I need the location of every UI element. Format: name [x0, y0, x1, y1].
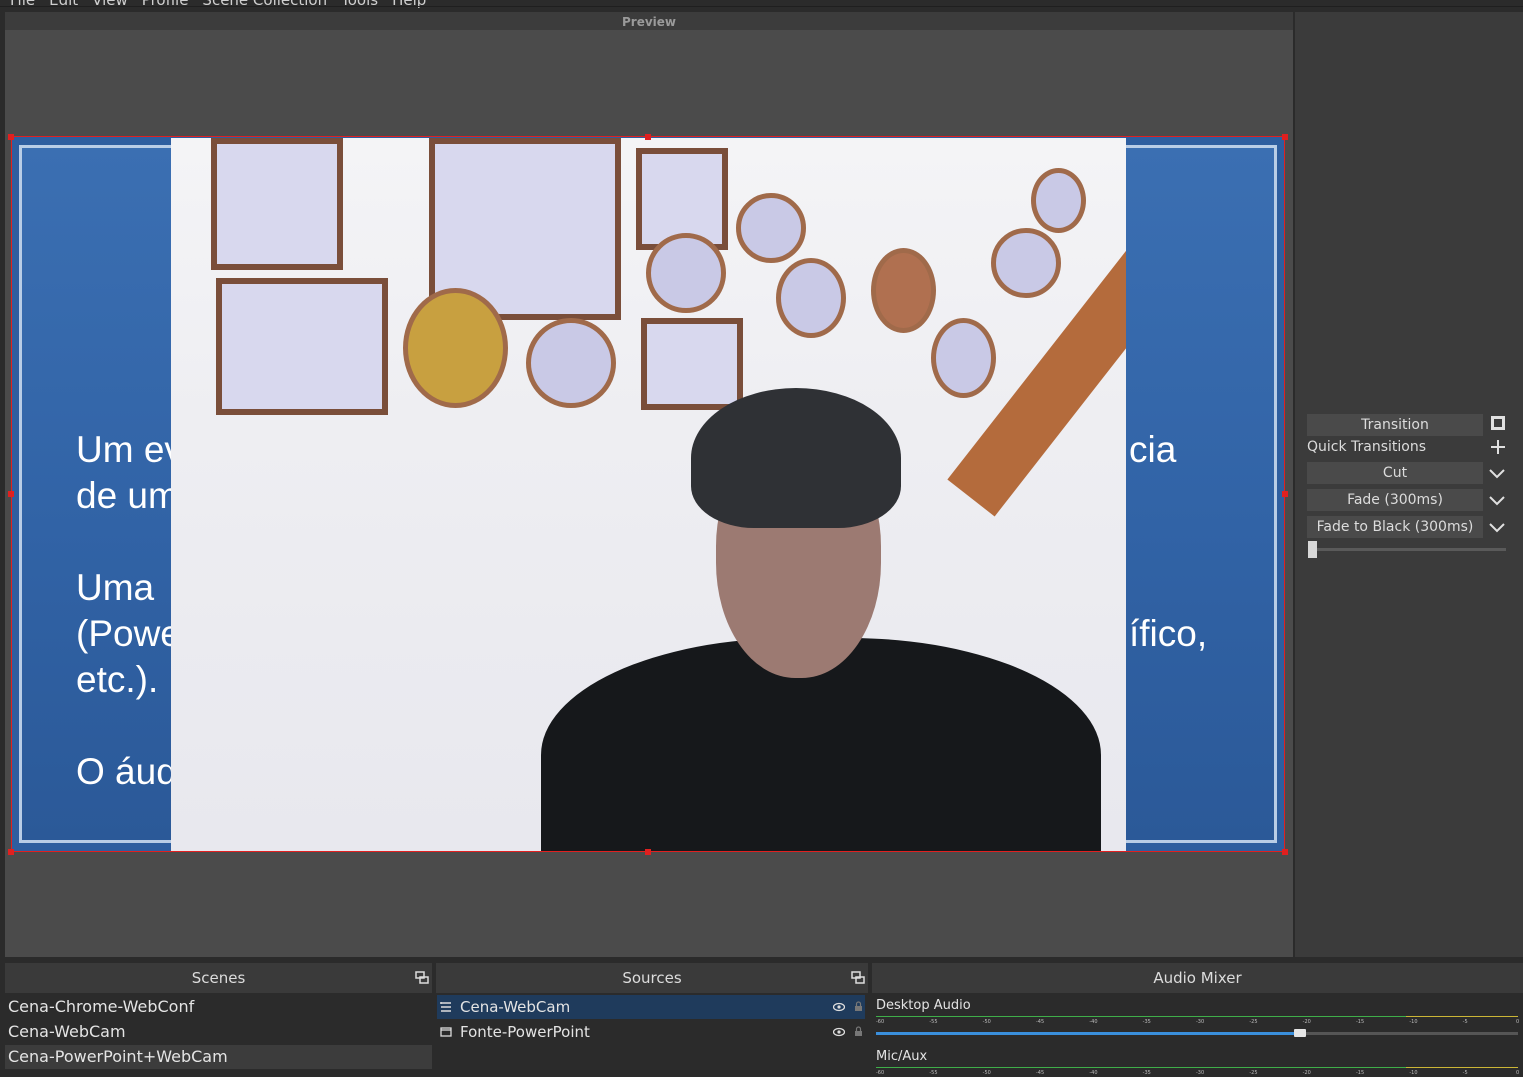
lock-icon[interactable] [854, 1001, 863, 1012]
meter-tick-label: -30 [1196, 1070, 1205, 1076]
meter-tick-label: -55 [929, 1019, 938, 1025]
meter-tick-label: -50 [982, 1070, 991, 1076]
meter-tick-label: -20 [1302, 1019, 1311, 1025]
meter-tick-label: -60 [876, 1070, 885, 1076]
undock-icon[interactable] [415, 971, 429, 985]
meter-tick-label: -40 [1089, 1019, 1098, 1025]
level-meter-yellow [1406, 1016, 1518, 1017]
transition-properties-icon[interactable] [1488, 414, 1508, 434]
resize-handle[interactable] [645, 849, 651, 855]
audio-mixer-title: Audio Mixer [872, 963, 1523, 991]
resize-handle[interactable] [1282, 849, 1288, 855]
meter-tick-label: -5 [1462, 1070, 1468, 1076]
meter-tick-label: -50 [982, 1019, 991, 1025]
resize-handle[interactable] [1282, 134, 1288, 140]
meter-tick-label: -10 [1409, 1019, 1418, 1025]
meter-tick-label: -15 [1356, 1070, 1365, 1076]
meter-ticks: -60 -55 -50 -45 -40 -35 -30 -25 -20 -15 -10 -5 0 [876, 1019, 1520, 1025]
resize-handle[interactable] [645, 134, 651, 140]
scene-item-selected[interactable]: Cena-PowerPoint+WebCam [5, 1045, 432, 1069]
resize-handle[interactable] [1282, 491, 1288, 497]
scene-list-icon [440, 1002, 451, 1012]
eye-icon[interactable] [833, 1027, 845, 1037]
chevron-down-icon[interactable] [1486, 462, 1508, 484]
quick-transition-fade-to-black[interactable]: Fade to Black (300ms) [1307, 516, 1483, 538]
source-item[interactable]: Fonte-PowerPoint [437, 1020, 865, 1044]
meter-tick-label: -5 [1462, 1019, 1468, 1025]
resize-handle[interactable] [8, 134, 14, 140]
preview-label: Preview [5, 12, 1293, 30]
scene-item[interactable]: Cena-Chrome-WebConf [5, 995, 435, 1019]
source-item-selected[interactable]: Cena-WebCam [437, 995, 865, 1019]
meter-tick-label: -45 [1036, 1019, 1045, 1025]
chevron-down-icon[interactable] [1486, 489, 1508, 511]
quick-transitions-label: Quick Transitions [1307, 439, 1427, 455]
meter-tick-label: -15 [1356, 1019, 1365, 1025]
add-quick-transition-icon[interactable] [1488, 438, 1508, 458]
mixer-channel-label: Mic/Aux [876, 1049, 928, 1064]
meter-tick-label: -45 [1036, 1070, 1045, 1076]
meter-tick-label: -30 [1196, 1019, 1205, 1025]
meter-tick-label: -40 [1089, 1070, 1098, 1076]
meter-tick-label: -35 [1142, 1019, 1151, 1025]
meter-tick-label: -25 [1249, 1070, 1258, 1076]
lock-icon[interactable] [854, 1026, 863, 1037]
volume-slider-handle[interactable] [1293, 1029, 1306, 1037]
meter-tick-label: -35 [1142, 1070, 1151, 1076]
meter-tick-label: 0 [1516, 1070, 1520, 1076]
meter-tick-label: -25 [1249, 1019, 1258, 1025]
sources-title: Sources [436, 963, 868, 991]
selection-box[interactable] [11, 136, 1285, 852]
resize-handle[interactable] [8, 491, 14, 497]
scenes-title: Scenes [5, 963, 432, 991]
undock-icon[interactable] [851, 971, 865, 985]
resize-handle[interactable] [8, 849, 14, 855]
window-capture-icon [440, 1027, 452, 1037]
source-name: Cena-WebCam [460, 998, 571, 1016]
transition-header[interactable]: Transition [1307, 414, 1483, 436]
quick-transition-cut[interactable]: Cut [1307, 462, 1483, 484]
source-name: Fonte-PowerPoint [460, 1023, 590, 1041]
meter-tick-label: -20 [1302, 1070, 1311, 1076]
meter-tick-label: -55 [929, 1070, 938, 1076]
meter-tick-label: -10 [1409, 1070, 1418, 1076]
volume-fill [876, 1032, 1300, 1035]
tbar-handle[interactable] [1308, 541, 1317, 558]
window-divider [0, 6, 1523, 7]
meter-ticks: -60 -55 -50 -45 -40 -35 -30 -25 -20 -15 -10 -5 0 [876, 1070, 1520, 1076]
chevron-down-icon[interactable] [1486, 516, 1508, 538]
meter-tick-label: -60 [876, 1019, 885, 1025]
mixer-channel-label: Desktop Audio [876, 998, 971, 1013]
transitions-dock [1295, 12, 1523, 957]
level-meter-green [876, 1067, 1406, 1068]
scene-item[interactable]: Cena-WebCam [5, 1020, 435, 1044]
level-meter-green [876, 1016, 1406, 1017]
level-meter-yellow [1406, 1067, 1518, 1068]
quick-transition-fade[interactable]: Fade (300ms) [1307, 489, 1483, 511]
tbar-track[interactable] [1310, 548, 1506, 551]
meter-tick-label: 0 [1516, 1019, 1520, 1025]
eye-icon[interactable] [833, 1002, 845, 1012]
